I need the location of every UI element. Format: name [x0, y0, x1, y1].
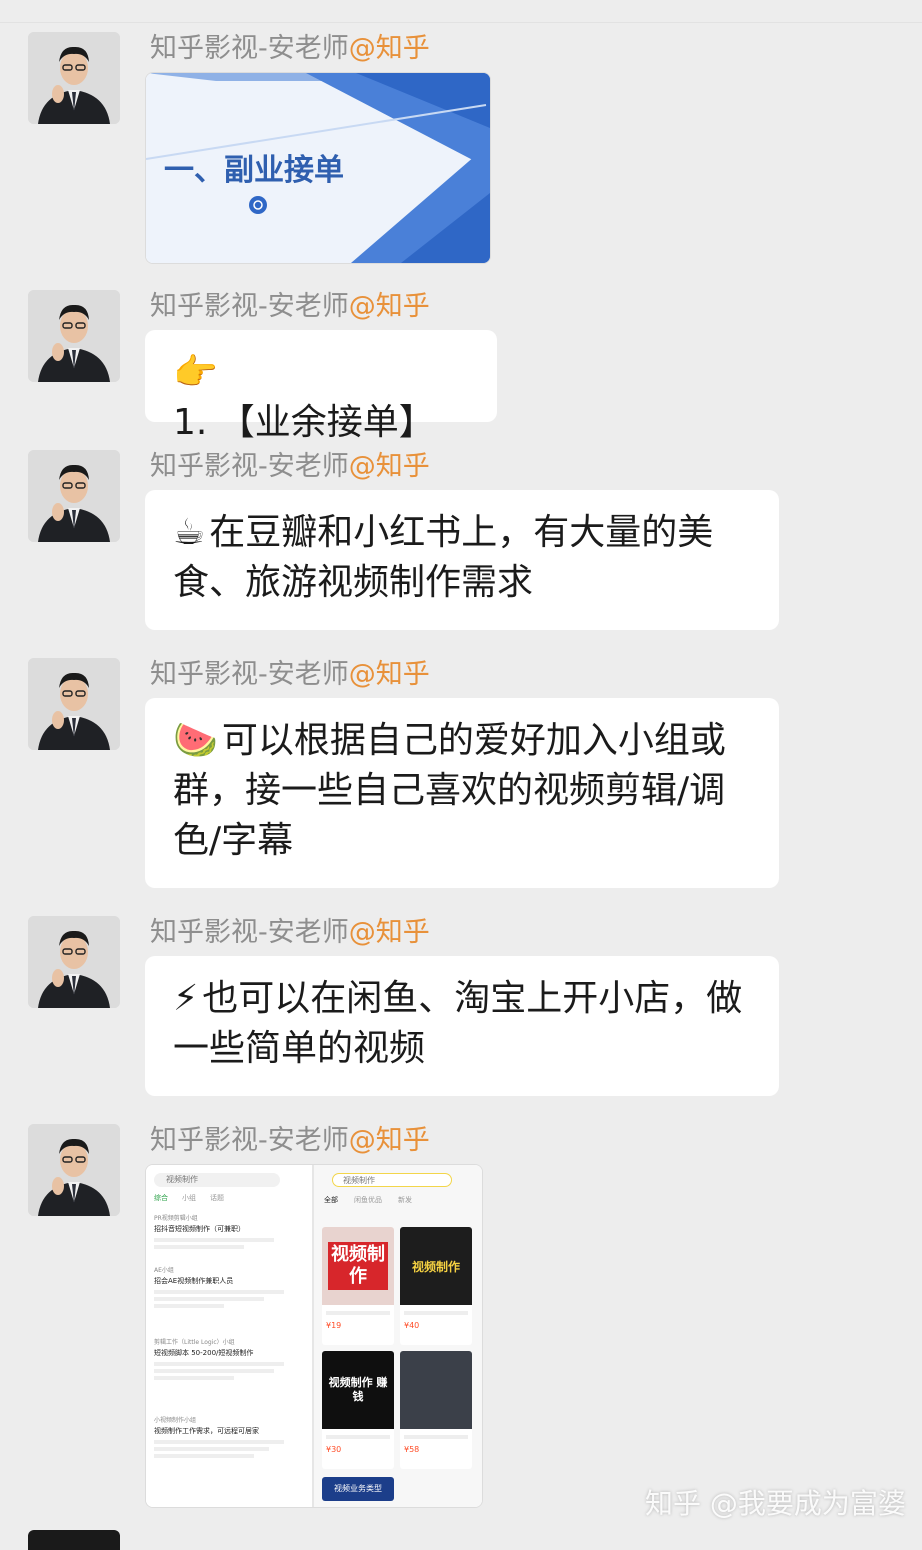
text-line [154, 1245, 244, 1249]
watermark: 知乎 @我要成为富婆 [645, 1487, 906, 1520]
search-query: 视频制作 [343, 1176, 375, 1185]
text-line [154, 1304, 224, 1308]
search-query: 视频制作 [166, 1175, 198, 1184]
image-message[interactable]: 视频制作 综合 小组 话题 PR视频剪辑小组 招抖音短视频制作（可兼职） AE小组 … [145, 1164, 483, 1508]
cover-text: 视频制作 赚钱 [328, 1376, 388, 1403]
text-line [404, 1435, 468, 1439]
image-message[interactable]: 一、副业接单 [145, 72, 491, 264]
text-line [326, 1435, 390, 1439]
product-card: 视频制作 ¥40 [400, 1227, 472, 1345]
search-bar: 视频制作 [332, 1173, 452, 1187]
product-cover: 视频制作 赚钱 [322, 1351, 394, 1429]
product-price: ¥19 [326, 1321, 342, 1330]
pointing-hand-icon: 👉 [173, 352, 218, 393]
tab-item: 新发 [398, 1196, 412, 1204]
product-card: 视频制作 ¥19 [322, 1227, 394, 1345]
text-line [154, 1454, 254, 1458]
sender-handle: @知乎 [348, 659, 430, 690]
sender-handle: @知乎 [348, 917, 430, 948]
text-line [154, 1447, 269, 1451]
lightning-icon: ⚡ [173, 978, 199, 1019]
top-divider [0, 22, 922, 23]
product-price: ¥40 [404, 1321, 420, 1330]
slide-title: 一、副业接单 [164, 153, 344, 188]
avatar-partial [28, 1530, 120, 1550]
text-line [154, 1238, 274, 1242]
sender-name: 知乎影视-安老师@知乎 [150, 659, 430, 690]
coffee-icon: ☕ [173, 512, 206, 553]
sender-name: 知乎影视-安老师@知乎 [150, 33, 430, 64]
post-title: 招抖音短视频制作（可兼职） [154, 1225, 245, 1233]
sender-handle: @知乎 [348, 1125, 430, 1156]
footer-tag: 视频业务类型 [322, 1477, 394, 1501]
tab-row: 全部 闲鱼优品 新发 [324, 1195, 412, 1205]
avatar[interactable] [28, 1124, 120, 1216]
tab-item: 闲鱼优品 [354, 1196, 382, 1204]
tab-item: 话题 [210, 1194, 224, 1202]
sender-handle: @知乎 [348, 33, 430, 64]
product-cover [400, 1351, 472, 1429]
text-line [154, 1440, 284, 1444]
avatar[interactable] [28, 290, 120, 382]
post-title: 视频制作工作需求，可远程可居家 [154, 1427, 259, 1435]
sender-handle: @知乎 [348, 451, 430, 482]
text-line [154, 1290, 284, 1294]
text-line [154, 1369, 274, 1373]
text-message[interactable]: ☕ 在豆瓣和小红书上，有大量的美食、旅游视频制作需求 [145, 490, 779, 630]
text-line [154, 1297, 264, 1301]
product-price: ¥30 [326, 1445, 342, 1454]
avatar[interactable] [28, 916, 120, 1008]
text-message[interactable]: 🍉 可以根据自己的爱好加入小组或群，接一些自己喜欢的视频剪辑/调色/字幕 [145, 698, 779, 888]
sender-name: 知乎影视-安老师@知乎 [150, 291, 430, 322]
sender-handle: @知乎 [348, 291, 430, 322]
post-item: 小视频制作小组 视频制作工作需求，可远程可居家 [154, 1415, 304, 1458]
text-line [154, 1362, 284, 1366]
message-text: 可以根据自己的爱好加入小组或群，接一些自己喜欢的视频剪辑/调色/字幕 [173, 720, 726, 861]
post-item: AE小组 招会AE视频制作兼职人员 [154, 1265, 304, 1308]
post-group: PR视频剪辑小组 [154, 1215, 198, 1222]
cover-text: 视频制作 [411, 1259, 460, 1274]
avatar[interactable] [28, 450, 120, 542]
post-item: PR视频剪辑小组 招抖音短视频制作（可兼职） [154, 1213, 304, 1249]
tab-row: 综合 小组 话题 [154, 1193, 224, 1203]
product-cover: 视频制作 [322, 1227, 394, 1305]
post-title: 招会AE视频制作兼职人员 [154, 1277, 234, 1285]
sender-name: 知乎影视-安老师@知乎 [150, 451, 430, 482]
post-title: 短视频脚本 50-200/短视频制作 [154, 1349, 254, 1357]
message-text: 在豆瓣和小红书上，有大量的美食、旅游视频制作需求 [173, 512, 714, 603]
text-line [404, 1311, 468, 1315]
product-card: ¥58 [400, 1351, 472, 1469]
product-card: 视频制作 赚钱 ¥30 [322, 1351, 394, 1469]
avatar[interactable] [28, 658, 120, 750]
cover-text: 视频制作 [328, 1242, 388, 1290]
text-line [326, 1311, 390, 1315]
post-group: AE小组 [154, 1267, 174, 1274]
text-message[interactable]: ⚡ 也可以在闲鱼、淘宝上开小店，做一些简单的视频 [145, 956, 779, 1096]
search-bar: 视频制作 [154, 1173, 280, 1187]
tab-item: 综合 [154, 1194, 168, 1202]
watermelon-icon: 🍉 [173, 720, 218, 761]
text-line [154, 1376, 234, 1380]
post-item: 剪辑工作（Little Logic）小组 短视频脚本 50-200/短视频制作 [154, 1337, 304, 1380]
tab-item: 全部 [324, 1196, 338, 1204]
product-price: ¥58 [404, 1445, 420, 1454]
text-message[interactable]: 👉 1. 【业余接单】 [145, 330, 497, 443]
sender-name: 知乎影视-安老师@知乎 [150, 917, 430, 948]
post-group: 小视频制作小组 [154, 1417, 197, 1424]
message-text: 1. 【业余接单】 [173, 402, 435, 443]
message-text: 也可以在闲鱼、淘宝上开小店，做一些简单的视频 [173, 978, 743, 1069]
douban-screenshot: 视频制作 综合 小组 话题 PR视频剪辑小组 招抖音短视频制作（可兼职） AE小组 … [146, 1165, 314, 1507]
post-group: 剪辑工作（Little Logic）小组 [154, 1339, 235, 1346]
sender-name: 知乎影视-安老师@知乎 [150, 1125, 430, 1156]
avatar[interactable] [28, 32, 120, 124]
product-cover: 视频制作 [400, 1227, 472, 1305]
tab-item: 小组 [182, 1194, 196, 1202]
xianyu-screenshot: 视频制作 全部 闲鱼优品 新发 视频制作 ¥19 视频制作 ¥40 视频制作 赚… [314, 1165, 482, 1507]
